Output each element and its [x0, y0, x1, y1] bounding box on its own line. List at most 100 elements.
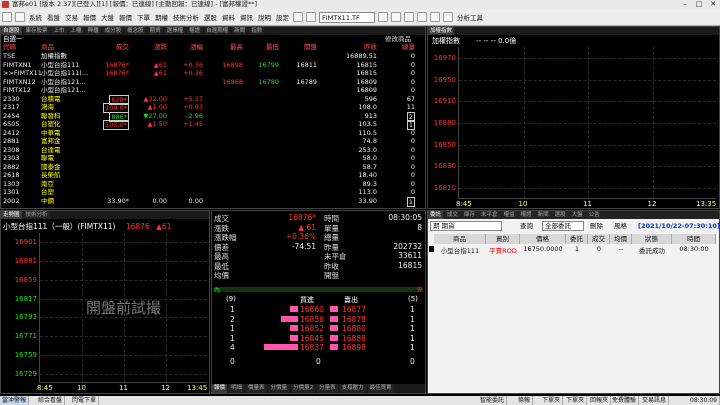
table-row[interactable]: 2454 聯發科 886* ▼27.00 -2.96 913 2 [1, 111, 425, 122]
tab-detail-6[interactable]: 支撐壓力 [339, 384, 366, 393]
column-header[interactable]: 漲跌 [154, 43, 167, 51]
menu-quote2[interactable]: 報價 [118, 12, 133, 22]
tab-detail-3[interactable]: 分價量 [268, 384, 290, 393]
column-header[interactable]: 代碼 [3, 43, 16, 51]
group-name[interactable]: 自選一 [3, 35, 23, 43]
tab-order-7[interactable]: 選股 [552, 211, 568, 219]
tab-quote-5[interactable]: 成分股 [102, 27, 124, 35]
menu-screener[interactable]: 選股 [203, 12, 218, 22]
table-row[interactable]: 2303 聯電 58.0 0 [1, 154, 425, 162]
toolbar-icon[interactable] [404, 12, 414, 22]
table-row[interactable]: 2618 長榮航 18.40 0 [1, 171, 425, 179]
menu-help[interactable]: 說明 [257, 12, 272, 22]
column-header[interactable]: 最低 [266, 43, 279, 51]
tick-chart[interactable]: 開盤前試撮 [39, 233, 207, 383]
tab-detail-0[interactable]: 報價 [212, 384, 228, 393]
tab-order-8[interactable]: 大盤 [569, 211, 585, 219]
menu-watch[interactable]: 看盤 [46, 12, 61, 22]
tab-order-5[interactable]: 權證 [518, 211, 534, 219]
order-column-header[interactable]: 價格 [520, 234, 566, 244]
table-row[interactable]: 6505 台塑化 105.0* ▲1.50 +1.45 103.5 1 [1, 120, 425, 130]
menu-technical[interactable]: 技術分析 [172, 12, 200, 22]
menu-info[interactable]: 資訊 [239, 12, 254, 22]
tab-order-0[interactable]: 委託 [428, 211, 444, 219]
column-header[interactable]: 成交 [116, 43, 129, 51]
column-header[interactable]: 總量 [402, 43, 415, 51]
toolbar-icon[interactable] [417, 12, 427, 22]
table-row[interactable]: FIMTXN12 小型台指121... 16868 16780 16789 16809 0 [1, 78, 425, 86]
tab-order-4[interactable]: 權益 [501, 211, 517, 219]
order-column-header[interactable]: 成交 [588, 234, 610, 244]
table-row[interactable]: 2412 中華電 110.5 0 [1, 129, 425, 137]
ask-price[interactable]: 16888 [342, 334, 366, 343]
tab-quote-2[interactable]: 上市 [51, 27, 67, 35]
status-item[interactable]: 綜合看盤 [36, 396, 66, 405]
tab-quote-7[interactable]: 期貨 [147, 27, 163, 35]
toolbar-icon[interactable] [391, 12, 401, 22]
table-row[interactable]: 1303 南亞 89.3 0 [1, 180, 425, 188]
tab-quote-0[interactable]: 自選股 [1, 27, 22, 35]
status-item[interactable]: 閃電下單 [70, 396, 100, 405]
ask-price[interactable]: 16880 [342, 324, 366, 333]
table-row[interactable]: FIMTX12 小型台指121... 16809 0 [1, 86, 425, 94]
table-row[interactable]: 2882 國泰金 58.7 0 [1, 163, 425, 171]
ask-price[interactable]: 16877 [342, 305, 366, 314]
order-column-header[interactable]: 商品 [434, 234, 486, 244]
ask-price[interactable]: 16878 [342, 315, 366, 324]
menu-data[interactable]: 資料 [221, 12, 236, 22]
table-row[interactable]: TSE 加權指數 16889.51 0 [1, 52, 425, 60]
table-row[interactable]: 2330 台積電 628* ▲32.00 +5.37 596 67 [1, 94, 425, 105]
column-header[interactable]: 商品 [41, 43, 54, 51]
tab-tick[interactable]: 走勢圖 [1, 211, 22, 219]
order-column-header[interactable]: 時間 [672, 234, 716, 244]
close-icon[interactable]: ✕ [706, 0, 720, 9]
order-type-select[interactable]: 全部委託 [542, 221, 584, 231]
order-column-header[interactable]: 均價 [610, 234, 632, 244]
tab-detail-2[interactable]: 價量表 [246, 384, 267, 393]
tab-order-2[interactable]: 庫存 [462, 211, 478, 219]
symbol-input[interactable]: FIMTX11.TF [319, 11, 375, 23]
column-header[interactable]: 昨收 [364, 43, 377, 51]
toolbar-icon[interactable] [378, 12, 388, 22]
order-column-header[interactable]: 狀態 [632, 234, 672, 244]
table-row[interactable]: 2308 台達電 253.0 0 [1, 146, 425, 154]
order-column-header[interactable]: 買別 [486, 234, 520, 244]
toolbar-icon[interactable] [306, 12, 316, 22]
tab-quote-4[interactable]: 興櫃 [85, 27, 101, 35]
menu-quote[interactable]: 報價 [82, 12, 97, 22]
tab-quote-12[interactable]: 指數 [249, 27, 265, 35]
modify-products-button[interactable]: 修改商品 [385, 35, 411, 43]
tab-quote-9[interactable]: 權證 [187, 27, 203, 35]
toolbar-icon[interactable] [2, 12, 12, 22]
query-button[interactable]: 查詢 [520, 221, 533, 231]
tab-detail-7[interactable]: 最佳買賣 [367, 384, 394, 393]
tab-index[interactable]: 加權指數 [428, 27, 455, 35]
table-row[interactable]: 2317 鴻海 109.0* ▲1.00 +0.93 108.0 11 [1, 103, 425, 113]
menu-settings[interactable]: 設定 [275, 12, 290, 22]
account-select[interactable]: 期 期貨 [430, 221, 502, 231]
delete-button[interactable]: 刪除 [590, 221, 603, 231]
style-button[interactable]: 風格 [614, 221, 627, 231]
table-row[interactable]: FIMTXN1 小型台指111 16876* ▲61 +0.36 16898 16799 16… [1, 61, 425, 69]
index-chart[interactable] [458, 47, 716, 199]
toolbar-icon[interactable] [443, 12, 453, 22]
column-header[interactable]: 開盤 [304, 43, 317, 51]
tab-quote-1[interactable]: 庫存股票 [23, 27, 50, 35]
table-row[interactable]: 1301 台塑 113.0 0 [1, 188, 425, 196]
toolbar-icon[interactable] [293, 12, 303, 22]
tab-detail-4[interactable]: 分價量2 [291, 384, 316, 393]
tab-quote-8[interactable]: 選擇權 [164, 27, 186, 35]
bid-price[interactable]: 16856 [300, 315, 324, 324]
tab-quote-3[interactable]: 上櫃 [68, 27, 84, 35]
menu-futures[interactable]: 期權 [154, 12, 169, 22]
ask-price[interactable]: 16898 [342, 343, 366, 352]
table-row[interactable]: >>FIMTX11 小型台指111(... 16876* ▲61 +0.36 16815 0 [1, 69, 425, 77]
order-column-header[interactable]: 委託 [566, 234, 588, 244]
tab-order-9[interactable]: 公告 [586, 211, 602, 219]
tab-detail-5[interactable]: 分量表 [317, 384, 338, 393]
minimize-icon[interactable]: – [678, 0, 692, 9]
tab-quote-10[interactable]: 自選期權 [204, 27, 231, 35]
bid-price[interactable]: 16852 [300, 324, 324, 333]
toolbar-icon[interactable] [15, 12, 25, 22]
tab-detail-1[interactable]: 明細 [229, 384, 245, 393]
